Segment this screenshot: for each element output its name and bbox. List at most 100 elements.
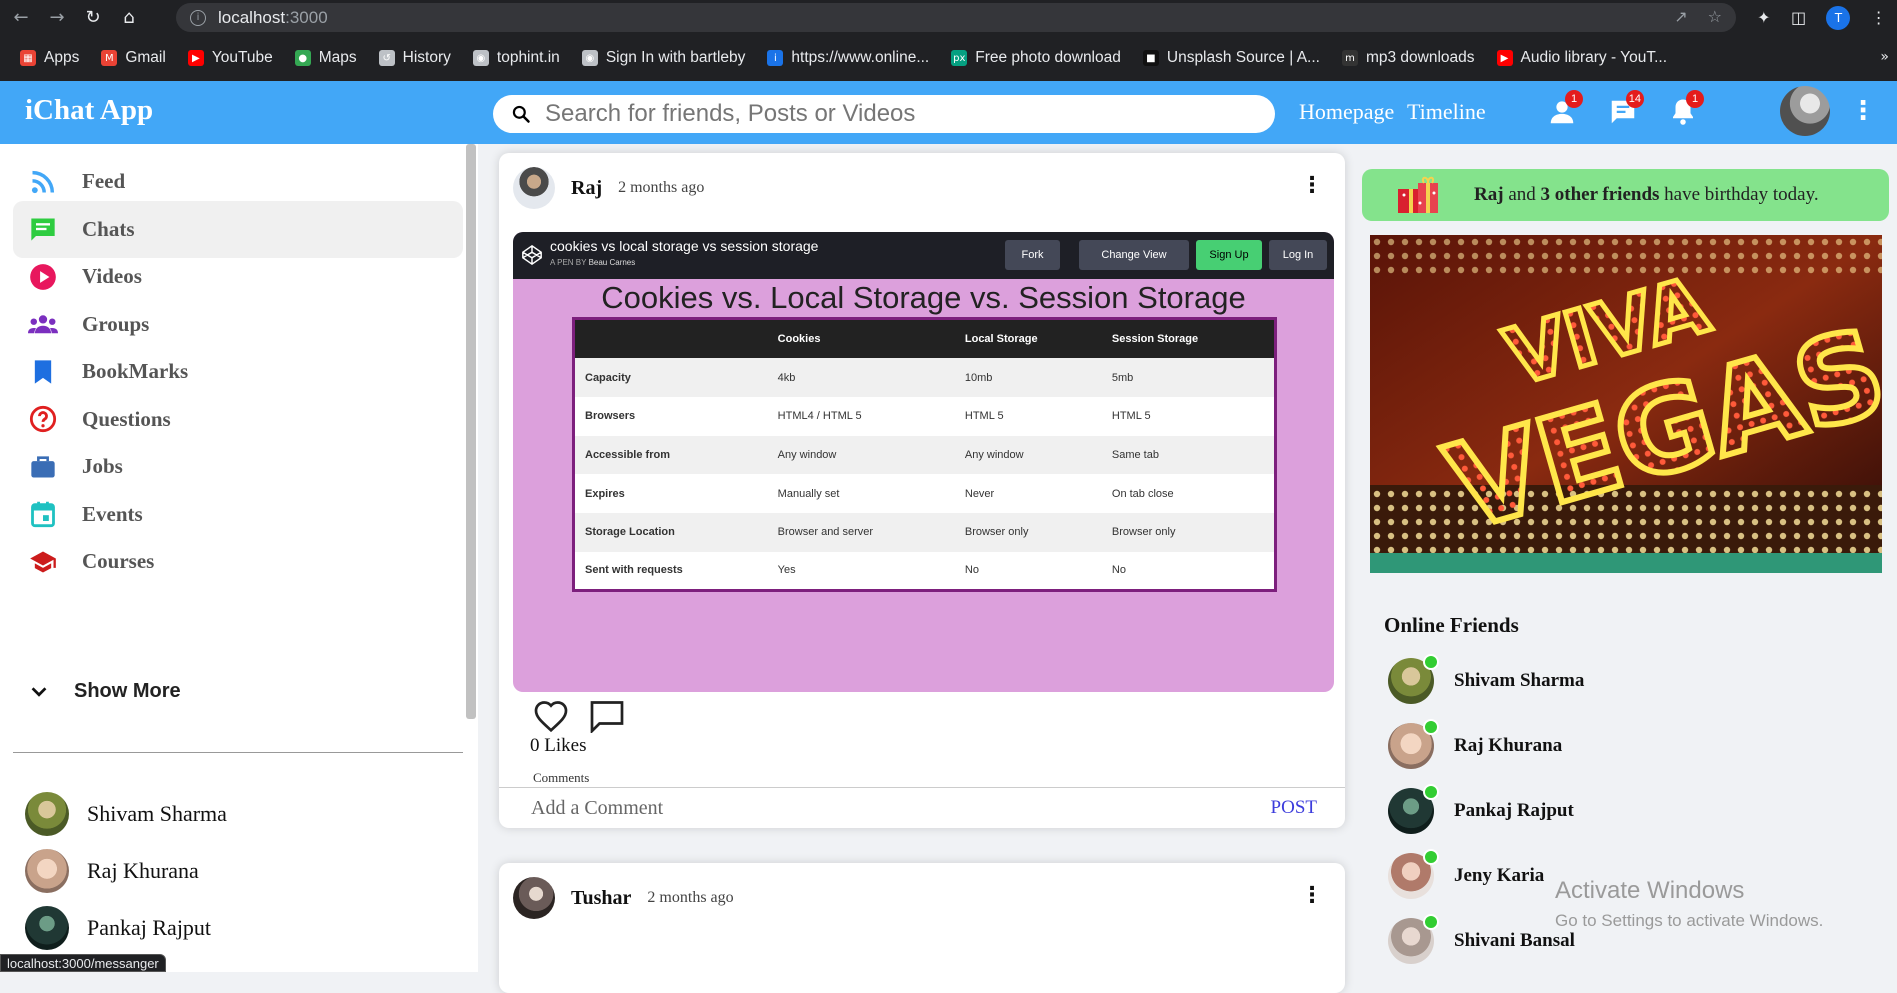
post-author[interactable]: Tushar — [571, 887, 631, 910]
messages-button[interactable]: 14 — [1608, 90, 1644, 127]
school-cap-icon — [28, 547, 58, 577]
watermark-line1: Activate Windows — [1555, 877, 1745, 904]
friend-requests-badge: 1 — [1565, 90, 1583, 108]
online-friend[interactable]: Pankaj Rajput — [1388, 784, 1574, 834]
friend-name: Shivam Sharma — [1454, 670, 1585, 691]
table-cell: Browser only — [954, 513, 1102, 552]
table-cell: Storage Location — [573, 513, 768, 552]
bookmark-item[interactable]: ▶ Audio library - YouT... — [1496, 49, 1667, 67]
post-comment-button[interactable]: POST — [1271, 797, 1317, 819]
table-header-cell: Session Storage — [1101, 318, 1276, 359]
notifications-badge: 1 — [1686, 90, 1704, 108]
friend-name: Raj Khurana — [1454, 735, 1563, 756]
friend-name: Pankaj Rajput — [1454, 800, 1574, 821]
user-avatar[interactable] — [1780, 86, 1830, 136]
table-cell: Browser only — [1101, 513, 1276, 552]
profile-avatar[interactable]: T — [1826, 5, 1851, 30]
bookmark-item[interactable]: ◉ Sign In with bartleby — [581, 49, 745, 67]
online-status-dot — [1423, 719, 1439, 735]
sidebar-friend[interactable]: Raj Khurana — [25, 849, 199, 893]
online-friend[interactable]: Shivam Sharma — [1388, 654, 1585, 704]
bookmark-item[interactable]: m mp3 downloads — [1341, 49, 1475, 67]
birthday-text: Raj and 3 other friends have birthday to… — [1474, 184, 1819, 205]
bookmarks-overflow-icon[interactable]: » — [1880, 49, 1889, 65]
bookmark-label: Unsplash Source | A... — [1166, 49, 1320, 66]
bookmark-item[interactable]: ● Maps — [294, 49, 357, 67]
comment-input[interactable] — [531, 796, 1211, 820]
online-status-dot — [1423, 849, 1439, 865]
search-bar[interactable] — [493, 95, 1275, 133]
back-arrow-icon[interactable]: ← — [6, 3, 36, 33]
pen-title: cookies vs local storage vs session stor… — [550, 238, 819, 254]
timeline-link[interactable]: Timeline — [1407, 99, 1486, 125]
table-header-cell: Local Storage — [954, 318, 1102, 359]
comments-label[interactable]: Comments — [533, 770, 589, 786]
sidebar-friend[interactable]: Pankaj Rajput — [25, 906, 211, 950]
friend-requests-button[interactable]: 1 — [1547, 90, 1583, 127]
post-card: Tushar 2 months ago ⋮ — [499, 863, 1345, 993]
bookmark-item[interactable]: ▦ Apps — [20, 49, 79, 67]
avatar — [25, 849, 69, 893]
sidebar-friend[interactable]: Shivam Sharma — [25, 792, 227, 836]
search-input[interactable] — [545, 100, 1245, 128]
side-panel-icon[interactable]: ◫ — [1791, 8, 1806, 27]
notifications-button[interactable]: 1 — [1668, 90, 1704, 127]
table-row: Expires Manually set Never On tab close — [574, 474, 1276, 513]
bookmark-item[interactable]: px Free photo download — [951, 49, 1121, 67]
online-friend[interactable]: Shivani Bansal — [1388, 914, 1575, 964]
birthday-banner: Raj and 3 other friends have birthday to… — [1362, 169, 1889, 221]
share-icon[interactable]: ↗ — [1674, 7, 1687, 26]
table-cell: 10mb — [954, 358, 1102, 397]
bookmark-label: mp3 downloads — [1365, 49, 1475, 66]
globe-icon: ◉ — [472, 50, 489, 66]
table-cell: Accessible from — [573, 435, 768, 475]
app-logo[interactable]: iChat App — [25, 94, 153, 127]
browser-menu-icon[interactable]: ⋮ — [1871, 8, 1887, 27]
sidebar-item-label: Courses — [82, 549, 155, 573]
avatar[interactable] — [513, 877, 555, 919]
link-status-tooltip: localhost:3000/messanger — [0, 954, 166, 972]
reload-icon[interactable]: ↻ — [78, 3, 108, 33]
bookmark-icon — [28, 357, 58, 387]
bookmark-label: https://www.online... — [791, 49, 930, 66]
sidebar-scrollbar[interactable] — [466, 144, 476, 719]
friend-name: Shivani Bansal — [1454, 930, 1575, 951]
online-friend[interactable]: Raj Khurana — [1388, 719, 1563, 769]
play-circle-icon — [28, 262, 58, 292]
forward-arrow-icon[interactable]: → — [42, 3, 72, 33]
homepage-link[interactable]: Homepage — [1299, 99, 1394, 125]
online-status-dot — [1423, 654, 1439, 670]
table-header-cell — [573, 318, 768, 359]
online-friend[interactable]: Jeny Karia — [1388, 849, 1544, 899]
bookmark-item[interactable]: ↺ History — [378, 49, 451, 67]
bookmark-item[interactable]: ◉ tophint.in — [472, 49, 560, 67]
avatar — [1388, 914, 1439, 964]
comment-icon[interactable] — [589, 699, 625, 733]
codepen-logo-icon — [522, 244, 542, 266]
advertisement-image[interactable]: VIVA VEGAS — [1370, 235, 1882, 573]
m-icon: m — [1341, 50, 1358, 66]
friend-name: Raj Khurana — [87, 858, 199, 883]
extensions-puzzle-icon[interactable]: ✦ — [1757, 8, 1770, 27]
bookmark-item[interactable]: ■ Unsplash Source | A... — [1142, 49, 1320, 67]
bookmark-item[interactable]: i https://www.online... — [767, 49, 929, 67]
heart-like-icon[interactable] — [533, 699, 569, 733]
more-vertical-icon[interactable]: ⋮ — [1850, 96, 1876, 126]
messages-badge: 14 — [1625, 90, 1644, 108]
show-more-button[interactable]: Show More — [28, 680, 181, 703]
post-author[interactable]: Raj — [571, 177, 602, 200]
online-status-dot — [1423, 784, 1439, 800]
bookmark-item[interactable]: M Gmail — [101, 49, 166, 67]
post-time: 2 months ago — [647, 889, 734, 906]
apps-grid-icon: ▦ — [20, 50, 36, 66]
sidebar-item-courses[interactable]: Courses — [13, 533, 463, 590]
site-info-icon[interactable]: i — [190, 9, 206, 26]
star-bookmark-icon[interactable]: ☆ — [1708, 7, 1722, 26]
post-menu-icon[interactable]: ⋮ — [1301, 173, 1323, 198]
address-bar[interactable]: i localhost:3000 ↗ ☆ — [176, 3, 1736, 32]
bookmark-item[interactable]: ▶ YouTube — [187, 49, 273, 67]
avatar[interactable] — [513, 167, 555, 209]
post-menu-icon[interactable]: ⋮ — [1301, 883, 1323, 908]
home-icon[interactable]: ⌂ — [114, 3, 144, 33]
url-port: :3000 — [285, 7, 328, 27]
